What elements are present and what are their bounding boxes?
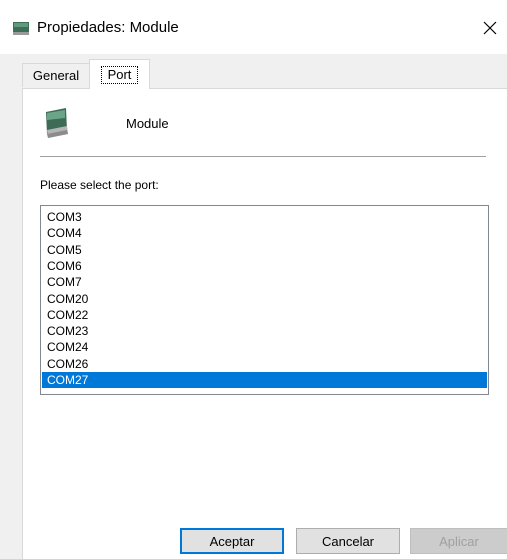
port-list-item[interactable]: COM3 — [42, 209, 487, 225]
tab-port[interactable]: Port — [89, 59, 150, 89]
port-list-item[interactable]: COM27 — [42, 372, 487, 388]
device-module-icon — [13, 22, 29, 35]
port-list-item[interactable]: COM4 — [42, 225, 487, 241]
port-list-item[interactable]: COM22 — [42, 307, 487, 323]
port-list-item[interactable]: COM23 — [42, 323, 487, 339]
port-list-item[interactable]: COM5 — [42, 242, 487, 258]
port-list-item[interactable]: COM26 — [42, 356, 487, 372]
port-list-item[interactable]: COM24 — [42, 339, 487, 355]
port-list-item[interactable]: COM20 — [42, 291, 487, 307]
close-button[interactable] — [472, 12, 507, 44]
close-icon — [483, 21, 496, 35]
tab-general[interactable]: General — [22, 63, 90, 87]
window-title: Propiedades: Module — [37, 19, 179, 36]
device-name: Module — [126, 116, 169, 131]
port-list[interactable]: COM3 COM4 COM5 COM6 COM7 COM20 COM22 COM23 COM24… — [40, 205, 489, 395]
tab-port-label: Port — [100, 65, 139, 84]
ok-button[interactable]: Aceptar — [180, 528, 284, 554]
port-list-item[interactable]: COM6 — [42, 258, 487, 274]
cancel-button[interactable]: Cancelar — [296, 528, 400, 554]
device-module-icon — [44, 108, 69, 138]
tab-general-label: General — [32, 68, 80, 83]
separator — [40, 156, 486, 157]
apply-button[interactable]: Aplicar — [410, 528, 507, 554]
port-list-item[interactable]: COM7 — [42, 274, 487, 290]
title-bar: Propiedades: Module — [0, 0, 507, 54]
port-select-label: Please select the port: — [40, 178, 159, 192]
